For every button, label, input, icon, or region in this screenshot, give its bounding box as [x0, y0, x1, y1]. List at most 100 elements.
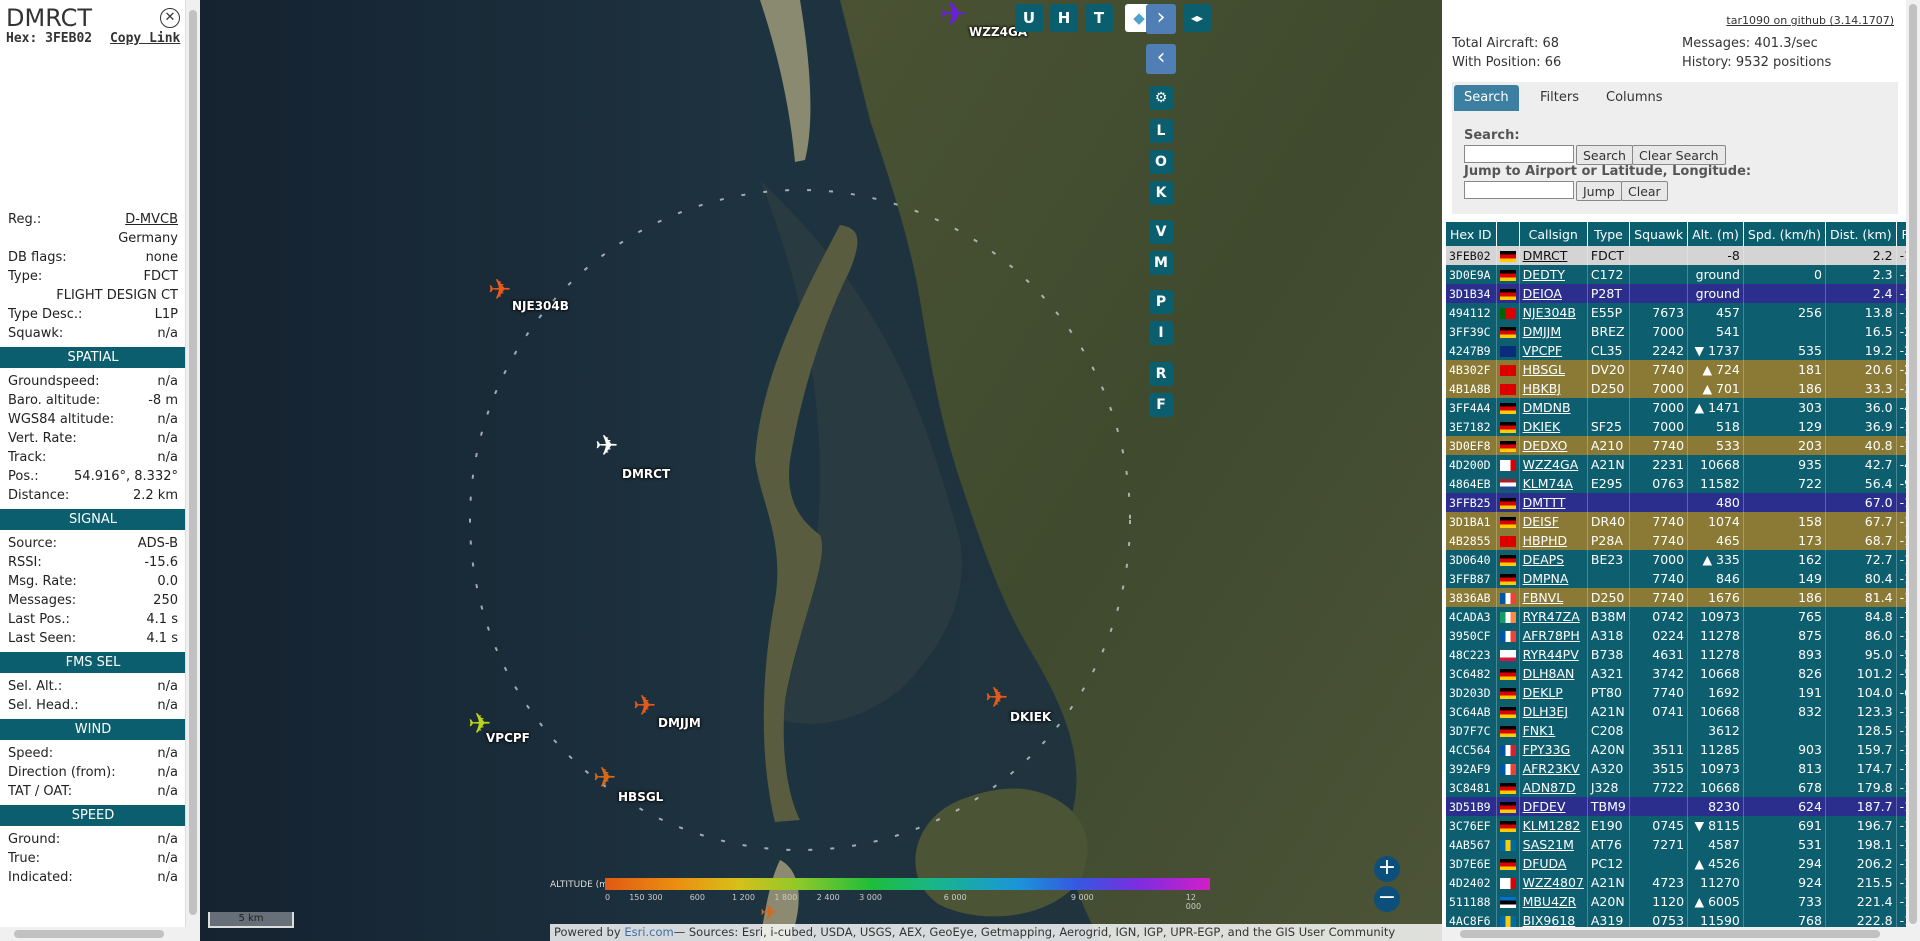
map-button-k[interactable]: K [1149, 181, 1173, 205]
table-row[interactable]: 4B302FHBSGLDV207740▲ 72418120.6-2 [1446, 360, 1920, 379]
column-header[interactable]: Alt. (m) [1687, 222, 1744, 246]
tab-filters[interactable]: Filters [1530, 85, 1589, 111]
callsign-link[interactable]: FBNVL [1523, 590, 1564, 605]
callsign-link[interactable]: HBPHD [1523, 533, 1568, 548]
callsign-link[interactable]: DEIOA [1523, 286, 1562, 301]
callsign-link[interactable]: KLM74A [1523, 476, 1573, 491]
aircraft-wzz4ga-icon[interactable]: ✈ [940, 0, 967, 30]
map-button-u[interactable]: U [1015, 4, 1043, 32]
attribution-brand-link[interactable]: Esri.com [624, 925, 673, 939]
callsign-link[interactable]: VPCPF [1523, 343, 1563, 358]
right-horizontal-scrollbar[interactable] [1442, 927, 1906, 941]
tab-columns[interactable]: Columns [1596, 85, 1673, 111]
callsign-link[interactable]: FNK1 [1523, 723, 1556, 738]
table-row[interactable]: 494112NJE304BE55P767345725613.8-14 [1446, 303, 1920, 322]
map-button-v[interactable]: V [1149, 220, 1173, 244]
table-row[interactable]: 4D2402WZZ4807A21N472311270924215.5-14 [1446, 873, 1920, 892]
column-header[interactable]: Type [1587, 222, 1631, 246]
table-row[interactable]: 3FEB02DMRCTFDCT-82.2-15 [1446, 246, 1920, 265]
right-vertical-scrollbar[interactable] [1906, 0, 1920, 941]
callsign-link[interactable]: DLH8AN [1523, 666, 1575, 681]
clear-search-button[interactable]: Clear Search [1632, 145, 1726, 165]
table-row[interactable]: 3C6482DLH8ANA321374210668826101.2-5 [1446, 664, 1920, 683]
aircraft-hbsgl-icon[interactable]: ✈ [593, 764, 616, 792]
callsign-link[interactable]: WZZ4GA [1523, 457, 1579, 472]
gear-icon[interactable]: ⚙ [1149, 86, 1173, 110]
chevron-right-icon[interactable]: › [1146, 4, 1176, 34]
callsign-link[interactable]: NJE304B [1523, 305, 1576, 320]
map-button-p[interactable]: P [1149, 290, 1173, 314]
table-row[interactable]: 3E7182DKIEKSF25700051812936.9-18 [1446, 417, 1920, 436]
table-row[interactable]: 3D7F7CFNK1C2083612128.5-19 [1446, 721, 1920, 740]
callsign-link[interactable]: DEDTY [1523, 267, 1565, 282]
github-link[interactable]: tar1090 on github (3.14.1707) [1726, 14, 1894, 27]
callsign-link[interactable]: DFUDA [1523, 856, 1567, 871]
aircraft-dkiek-icon[interactable]: ✈ [985, 684, 1008, 712]
callsign-link[interactable]: RYR47ZA [1523, 609, 1580, 624]
table-row[interactable]: 4CADA3RYR47ZAB38M07421097376584.8-7 [1446, 607, 1920, 626]
table-row[interactable]: 3D203DDEKLPPT8077401692191104.0-6 [1446, 683, 1920, 702]
callsign-link[interactable]: WZZ4807 [1523, 875, 1584, 890]
chevron-left-icon[interactable]: ‹ [1146, 44, 1176, 74]
callsign-link[interactable]: DEDXO [1523, 438, 1568, 453]
map-button-o[interactable]: O [1149, 150, 1173, 174]
table-row[interactable]: 511188MBU4ZRA20N1120▲ 6005733221.4-16 [1446, 892, 1920, 911]
aircraft-dmjjm-icon[interactable]: ✈ [633, 692, 656, 720]
table-row[interactable]: 3FFB87DMPNA774084614980.4-14 [1446, 569, 1920, 588]
table-row[interactable]: 3FF4A4DMDNB7000▲ 147130336.0-4 [1446, 398, 1920, 417]
table-row[interactable]: 3836ABFBNVLD2507740167618681.4-15 [1446, 588, 1920, 607]
table-row[interactable]: 3FFB25DMTTT48067.0-17 [1446, 493, 1920, 512]
callsign-link[interactable]: DKIEK [1523, 419, 1561, 434]
table-row[interactable]: 4B1A8BHBKBJD2507000▲ 70118633.3-3 [1446, 379, 1920, 398]
left-horizontal-scrollbar[interactable] [0, 927, 186, 941]
table-row[interactable]: 3C8481ADN87DJ328772210668678179.8-14 [1446, 778, 1920, 797]
column-header[interactable]: Callsign [1519, 222, 1588, 246]
table-row[interactable]: 3D0640DEAPSBE237000▲ 33516272.7-16 [1446, 550, 1920, 569]
callsign-link[interactable]: DEKLP [1523, 685, 1563, 700]
callsign-link[interactable]: FPY33G [1523, 742, 1571, 757]
map-view[interactable]: ✈ NJE304B ✈ DMRCT ✈ DMJJM ✈ VPCPF ✈ HBSG… [200, 0, 1442, 941]
table-row[interactable]: 48C223RYR44PVB73846311127889395.0-5 [1446, 645, 1920, 664]
registration-link[interactable]: D-MVCB [125, 210, 178, 229]
close-icon[interactable]: ✕ [160, 8, 180, 28]
callsign-link[interactable]: HBKBJ [1523, 381, 1561, 396]
table-row[interactable]: 3950CFAFR78PHA31802241127887586.0-16 [1446, 626, 1920, 645]
callsign-link[interactable]: BIX9618 [1523, 913, 1576, 928]
tab-search[interactable]: Search [1454, 85, 1519, 111]
callsign-link[interactable]: ADN87D [1523, 780, 1576, 795]
table-row[interactable]: 3FF39CDMJJMBREZ700054116.5-2 [1446, 322, 1920, 341]
column-header[interactable]: Dist. (km) [1825, 222, 1897, 246]
callsign-link[interactable]: DMRCT [1523, 248, 1568, 263]
table-row[interactable]: 4864EBKLM74AE29507631158272256.4-9 [1446, 474, 1920, 493]
aircraft-dmrct-icon[interactable]: ✈ [595, 432, 618, 460]
map-button-f[interactable]: F [1149, 393, 1173, 417]
table-row[interactable]: 3D7E6EDFUDAPC12▲ 4526294206.2-19 [1446, 854, 1920, 873]
map-button-h[interactable]: H [1050, 4, 1078, 32]
table-row[interactable]: 3D0EF8DEDXOA210774053320340.8-12 [1446, 436, 1920, 455]
expand-arrows-icon[interactable]: ◂▸ [1183, 4, 1211, 32]
table-row[interactable]: 4B2855HBPHDP28A774046517368.7-17 [1446, 531, 1920, 550]
callsign-link[interactable]: MBU4ZR [1523, 894, 1577, 909]
table-row[interactable]: 392AF9AFR23KVA320351510973813174.7-7 [1446, 759, 1920, 778]
search-button[interactable]: Search [1576, 145, 1633, 165]
left-vertical-scrollbar[interactable] [185, 0, 200, 941]
callsign-link[interactable]: HBSGL [1523, 362, 1565, 377]
callsign-link[interactable]: DMPNA [1523, 571, 1569, 586]
callsign-link[interactable]: AFR78PH [1523, 628, 1580, 643]
callsign-link[interactable]: DMTTT [1523, 495, 1566, 510]
table-row[interactable]: 3C64ABDLH3EJA21N074110668832123.3-12 [1446, 702, 1920, 721]
aircraft-nje304b-icon[interactable]: ✈ [488, 276, 511, 304]
map-button-r[interactable]: R [1149, 362, 1173, 386]
callsign-link[interactable]: AFR23KV [1523, 761, 1580, 776]
table-row[interactable]: 4247B9VPCPFCL352242▼ 173753519.2-2 [1446, 341, 1920, 360]
column-header[interactable]: Squawk [1629, 222, 1689, 246]
table-row[interactable]: 3C76EFKLM1282E1900745▼ 8115691196.7-19 [1446, 816, 1920, 835]
copy-link[interactable]: Copy Link [110, 31, 180, 46]
table-row[interactable]: 3D0E9ADEDTYC172ground02.3-15 [1446, 265, 1920, 284]
map-button-t[interactable]: T [1085, 4, 1113, 32]
callsign-link[interactable]: DEISF [1523, 514, 1559, 529]
zoom-in-button[interactable]: + [1374, 856, 1400, 882]
callsign-link[interactable]: SAS21M [1523, 837, 1574, 852]
table-row[interactable]: 3D1B34DEIOAP28Tground2.4-11 [1446, 284, 1920, 303]
table-row[interactable]: 3D1BA1DEISFDR407740107415867.7-12 [1446, 512, 1920, 531]
